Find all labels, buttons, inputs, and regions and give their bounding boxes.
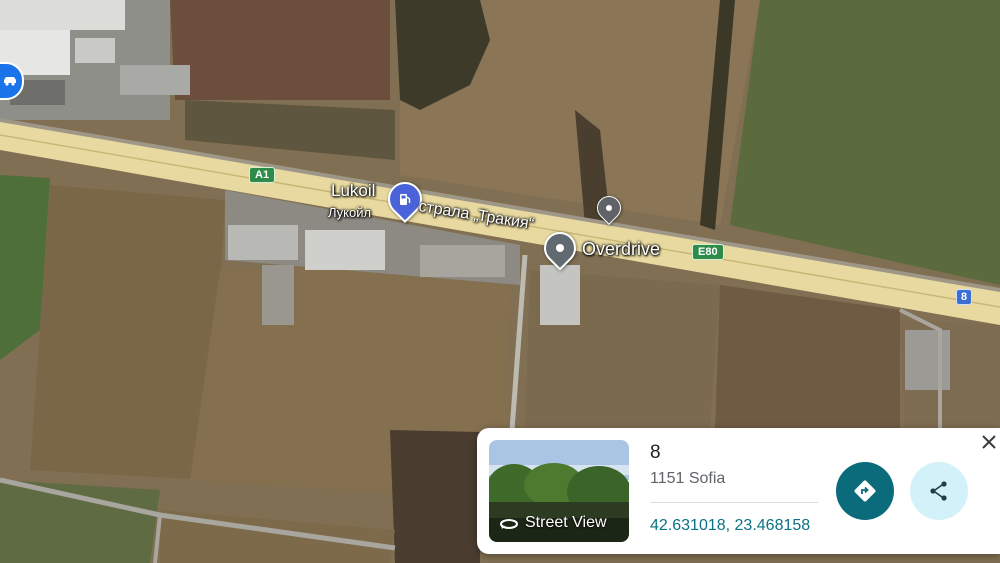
place-address: 1151 Sofia — [650, 470, 726, 487]
close-icon — [982, 435, 996, 449]
overdrive-label[interactable]: Overdrive — [582, 239, 660, 260]
street-view-text: Street View — [525, 514, 607, 531]
lukoil-cyrillic-label[interactable]: Лукойл — [328, 205, 371, 220]
card-divider — [650, 502, 818, 503]
road-shield-a1: A1 — [249, 167, 276, 183]
location-pin-icon — [606, 205, 612, 211]
street-view-label: Street View — [499, 514, 607, 532]
directions-button[interactable] — [836, 462, 894, 520]
share-button[interactable] — [910, 462, 968, 520]
directions-icon — [854, 480, 876, 502]
close-button[interactable] — [979, 432, 999, 452]
dropped-pin-icon — [556, 244, 564, 252]
lukoil-label[interactable]: Lukoil — [331, 181, 375, 201]
location-icon — [4, 77, 16, 86]
place-title: 8 — [650, 442, 661, 463]
place-coordinates[interactable]: 42.631018, 23.468158 — [650, 517, 810, 535]
road-shield-e80: E80 — [692, 244, 724, 260]
street-view-rotate-icon — [500, 519, 518, 529]
share-icon — [930, 481, 947, 501]
place-card: Street View 8 1151 Sofia 42.631018, 23.4… — [477, 428, 1000, 554]
route-shield-8: 8 — [956, 289, 973, 305]
fuel-pump-icon — [400, 194, 411, 205]
street-view-thumbnail[interactable]: Street View — [489, 440, 629, 542]
